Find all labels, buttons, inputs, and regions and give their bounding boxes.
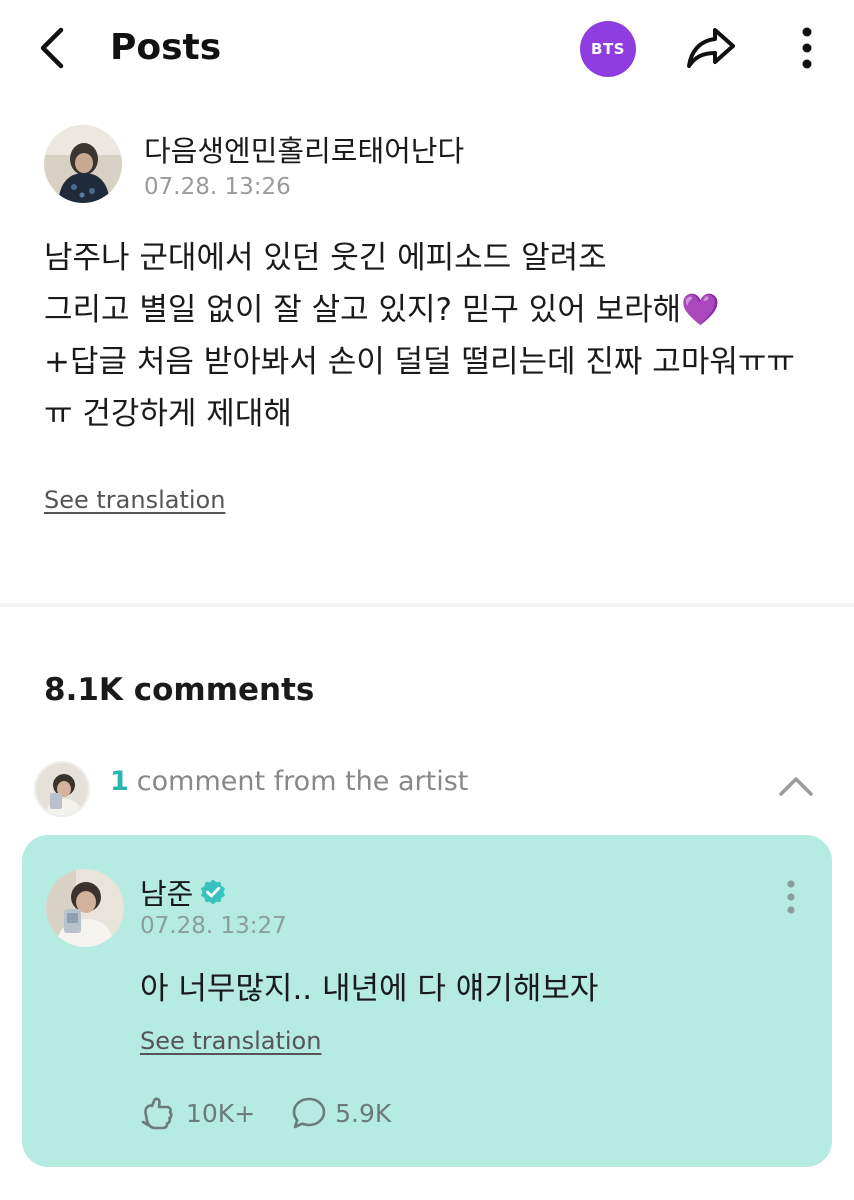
comment-actions: 10K+ 5.9K <box>140 1093 427 1133</box>
more-vertical-icon <box>787 880 795 914</box>
artist-comment-timestamp: 07.28. 13:27 <box>140 913 287 939</box>
post-author-avatar[interactable] <box>44 125 122 203</box>
reply-button[interactable]: 5.9K <box>291 1096 391 1130</box>
post-line: +답글 처음 받아봐서 손이 덜덜 떨리는데 진짜 고마워ㅠㅠ <box>44 344 795 380</box>
collapse-button[interactable] <box>776 766 816 806</box>
post-line: ㅠ 건강하게 제대해 <box>44 396 292 432</box>
post-line: 그리고 별일 없이 잘 살고 있지? 믿구 있어 보라해💜 <box>44 284 834 336</box>
back-button[interactable] <box>30 24 74 72</box>
like-count: 10K+ <box>186 1098 256 1128</box>
avatar-image <box>46 869 124 947</box>
post-line-text: 그리고 별일 없이 잘 살고 있지? 믿구 있어 보라해 <box>44 292 682 328</box>
chevron-left-icon <box>40 27 64 69</box>
page-title: Posts <box>110 27 222 68</box>
share-button[interactable] <box>684 24 738 72</box>
more-options-button[interactable] <box>790 24 824 72</box>
artist-comment-text: 아 너무많지.. 내년에 다 얘기해보자 <box>140 971 599 1007</box>
artist-comment-count: 1 <box>110 766 129 797</box>
artist-comment-label: comment from the artist <box>136 766 469 797</box>
purple-heart-emoji: 💜 <box>681 292 720 328</box>
top-bar: Posts BTS <box>0 0 854 96</box>
post-see-translation-link[interactable]: See translation <box>44 486 225 514</box>
artist-avatar-small <box>34 761 90 817</box>
artist-comment-card: 남준 07.28. 13:27 아 너무많지.. 내년에 다 얘기해보자 See… <box>22 835 832 1167</box>
post-timestamp: 07.28. 13:26 <box>144 174 291 200</box>
more-vertical-icon <box>802 27 812 69</box>
post-author-name[interactable]: 다음생엔민홀리로태어난다 <box>144 128 464 170</box>
post-body: 남주나 군대에서 있던 웃긴 에피소드 알려조 그리고 별일 없이 잘 살고 있… <box>44 232 834 440</box>
community-badge[interactable]: BTS <box>580 21 636 77</box>
avatar-image <box>36 763 88 815</box>
artist-comments-toggle[interactable]: 1 comment from the artist <box>34 758 834 817</box>
artist-comment-summary: 1 comment from the artist <box>110 766 468 797</box>
comment-more-button[interactable] <box>778 877 804 917</box>
artist-name[interactable]: 남준 <box>140 871 193 913</box>
chevron-up-icon <box>779 777 813 796</box>
comment-see-translation-link[interactable]: See translation <box>140 1027 321 1055</box>
section-divider <box>0 603 854 607</box>
share-icon <box>687 28 735 68</box>
comments-count-heading: 8.1K comments <box>44 672 315 708</box>
comment-bubble-icon <box>292 1097 326 1129</box>
like-icon <box>141 1097 173 1130</box>
like-button[interactable]: 10K+ <box>140 1095 255 1131</box>
post-line: 남주나 군대에서 있던 웃긴 에피소드 알려조 <box>44 240 607 276</box>
reply-count: 5.9K <box>335 1098 392 1128</box>
artist-name-row: 남준 <box>140 871 227 913</box>
artist-avatar[interactable] <box>46 869 124 947</box>
avatar-image <box>44 125 122 203</box>
verified-badge-icon <box>201 879 226 905</box>
